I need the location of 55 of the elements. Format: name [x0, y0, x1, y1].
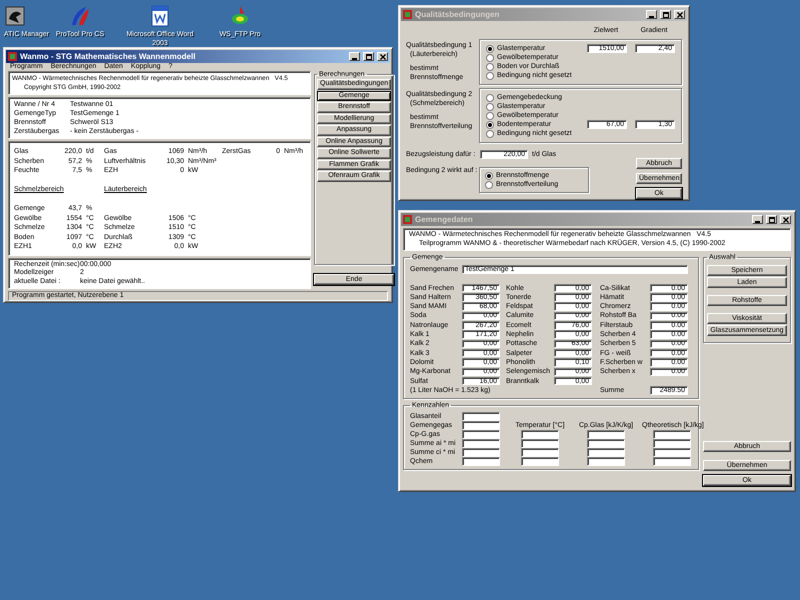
minimize-button[interactable]: [349, 52, 360, 61]
input-field[interactable]: [462, 412, 500, 421]
window-title: Wanmo - STG Mathematisches Wannenmodell: [20, 52, 196, 61]
title-bar[interactable]: Wanmo - STG Mathematisches Wannenmodell: [6, 50, 390, 63]
figure-icon: [229, 5, 251, 27]
radio-button[interactable]: [485, 180, 493, 188]
input-field[interactable]: [653, 457, 691, 466]
input-field[interactable]: [462, 439, 500, 448]
close-icon: [676, 12, 682, 18]
close-icon: [782, 216, 788, 222]
maximize-button[interactable]: [363, 52, 374, 61]
radio-button[interactable]: [486, 130, 494, 138]
maximize-button[interactable]: [660, 10, 671, 19]
input-field[interactable]: [521, 457, 559, 466]
input-field[interactable]: [462, 448, 500, 457]
input-field[interactable]: [521, 439, 559, 448]
radio-button[interactable]: [486, 62, 494, 70]
input-field[interactable]: [587, 448, 625, 457]
input-field[interactable]: [587, 457, 625, 466]
maximize-button[interactable]: [766, 215, 777, 224]
radio-button[interactable]: [486, 112, 494, 120]
close-icon: [380, 54, 386, 60]
window-title: Qualitätsbedingungen: [415, 10, 500, 19]
maximize-icon: [768, 216, 774, 222]
close-button[interactable]: [674, 10, 685, 19]
input-field[interactable]: [653, 439, 691, 448]
minimize-button[interactable]: [646, 10, 657, 19]
radio-button[interactable]: [486, 54, 494, 62]
input-field[interactable]: [653, 430, 691, 439]
window-title: Gemengedaten: [415, 215, 474, 224]
input-field[interactable]: [587, 430, 625, 439]
minimize-button[interactable]: [752, 215, 763, 224]
input-field[interactable]: [521, 448, 559, 457]
radio-button[interactable]: [486, 94, 494, 102]
close-button[interactable]: [377, 52, 388, 61]
input-field[interactable]: [462, 430, 500, 439]
input-field[interactable]: [587, 439, 625, 448]
radio-button[interactable]: [486, 102, 494, 110]
radio-button[interactable]: [486, 120, 494, 128]
maximize-icon: [366, 54, 372, 60]
input-field[interactable]: [653, 448, 691, 457]
input-field[interactable]: [462, 421, 500, 430]
application-icon: [4, 5, 26, 27]
radio-button[interactable]: [485, 172, 493, 180]
input-field[interactable]: [521, 430, 559, 439]
document-icon: [149, 5, 171, 27]
app-icon: [403, 215, 412, 224]
swoosh-icon: [69, 5, 91, 27]
app-icon: [8, 52, 17, 61]
app-icon: [403, 10, 412, 19]
maximize-icon: [662, 12, 668, 18]
radio-button[interactable]: [486, 44, 494, 52]
close-button[interactable]: [780, 215, 791, 224]
radio-button[interactable]: [486, 72, 494, 80]
input-field[interactable]: [462, 457, 500, 466]
